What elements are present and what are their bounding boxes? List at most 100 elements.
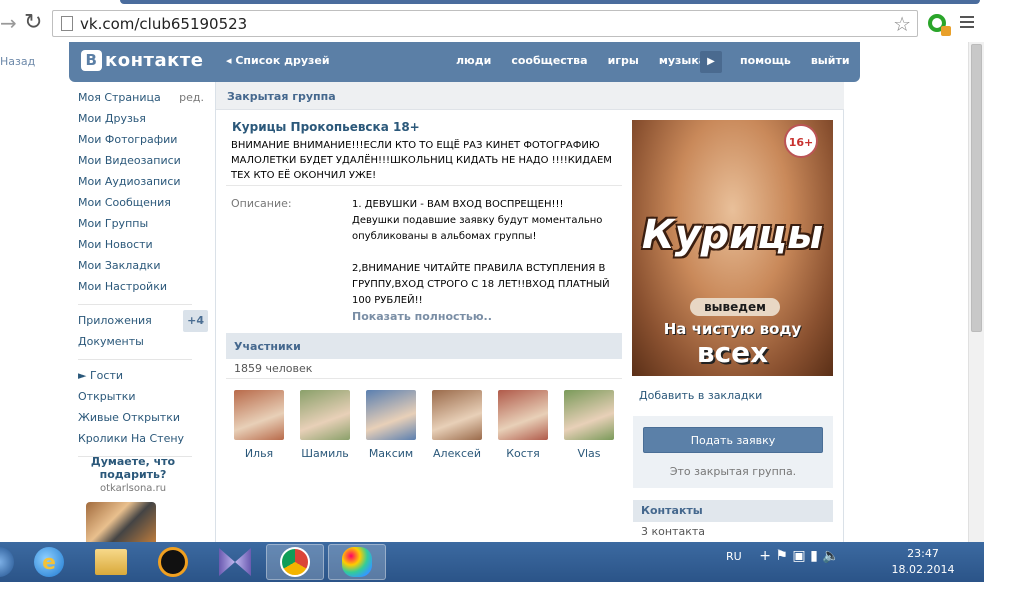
poster-title: Курицы (641, 212, 824, 258)
sidebar-item-settings[interactable]: Мои Настройки (78, 279, 208, 300)
member-name[interactable]: Илья (232, 447, 286, 460)
browser-menu-icon[interactable] (960, 16, 974, 31)
divider (226, 378, 622, 379)
sidebar-item-apps[interactable]: Приложения +4 (78, 310, 208, 334)
bottom-margin (0, 582, 984, 600)
contacts-header[interactable]: Контакты (633, 500, 833, 522)
sidebar-item-groups[interactable]: Мои Группы (78, 216, 208, 237)
sidebar-item-bookmarks[interactable]: Мои Закладки (78, 258, 208, 279)
site-header: В контакте ◂ Список друзей люди сообщест… (69, 42, 860, 82)
member-avatar[interactable] (498, 390, 548, 440)
members-title[interactable]: Участники (234, 340, 301, 353)
bookmark-star-icon[interactable]: ☆ (893, 12, 911, 36)
sidebar-item-guests[interactable]: ► Гости (78, 368, 208, 389)
logo-text: контакте (105, 50, 204, 71)
sidebar-item-friends[interactable]: Мои Друзья (78, 111, 208, 132)
member-name[interactable]: Шамиль (298, 447, 352, 460)
sidebar-item-cards[interactable]: Открытки (78, 389, 208, 410)
back-arrow-icon[interactable]: → (0, 11, 17, 35)
tab-strip (120, 0, 980, 4)
sidebar-item-documents[interactable]: Документы (78, 334, 208, 355)
browser-toolbar: → ↻ vk.com/club65190523 ☆ (0, 0, 984, 42)
sidebar-item-my-page[interactable]: Моя Страница ред. (78, 90, 208, 111)
member-name[interactable]: Алексей (430, 447, 484, 460)
sidebar-item-messages[interactable]: Мои Сообщения (78, 195, 208, 216)
language-indicator[interactable]: RU (726, 550, 742, 563)
sidebar-ad[interactable]: Думаете, что подарить? otkarlsona.ru (80, 455, 186, 494)
nav-help[interactable]: помощь (740, 54, 791, 67)
clock-date[interactable]: 18.02.2014 (880, 562, 966, 578)
address-bar[interactable]: vk.com/club65190523 ☆ (52, 10, 918, 37)
contacts-title[interactable]: Контакты (641, 504, 703, 517)
join-request-button[interactable]: Подать заявку (643, 427, 823, 453)
contacts-count[interactable]: 3 контакта (641, 525, 705, 538)
sidebar-item-audio[interactable]: Мои Аудиозаписи (78, 174, 208, 195)
member-avatar[interactable] (300, 390, 350, 440)
screen-edge (984, 0, 1024, 600)
friends-list-link[interactable]: ◂ Список друзей (226, 54, 330, 67)
group-status: ВНИМАНИЕ ВНИМАНИЕ!!!ЕСЛИ КТО ТО ЕЩЁ РАЗ … (231, 140, 612, 181)
poster-subtitle: выведем (690, 298, 780, 316)
back-link[interactable]: Назад (0, 55, 35, 68)
url-text[interactable]: vk.com/club65190523 (80, 15, 247, 33)
ad-site[interactable]: otkarlsona.ru (80, 483, 186, 494)
nav-logout[interactable]: выйти (811, 54, 850, 67)
member-item[interactable]: Vlas (562, 390, 616, 460)
paint-icon[interactable] (328, 544, 386, 580)
extension-icon[interactable] (928, 14, 951, 36)
member-item[interactable]: Максим (364, 390, 418, 460)
member-item[interactable]: Костя (496, 390, 550, 460)
ad-image[interactable] (86, 502, 156, 542)
member-item[interactable]: Шамиль (298, 390, 352, 460)
group-avatar[interactable]: 16+ Курицы выведем На чистую воду всех (632, 120, 833, 376)
logo-badge: В (81, 50, 102, 71)
divider (78, 304, 192, 305)
sidebar-item-live-cards[interactable]: Живые Открытки (78, 410, 208, 431)
top-nav-right: помощь выйти (740, 54, 870, 67)
sidebar: Моя Страница ред. Мои Друзья Мои Фотограф… (78, 90, 208, 465)
page-icon (61, 16, 73, 31)
system-tray: RU + ⚑ ▣ ▮ 🔈 (726, 548, 840, 564)
top-nav: люди сообщества игры музыка (456, 54, 726, 67)
reload-icon[interactable]: ↻ (24, 10, 42, 35)
vk-logo[interactable]: В контакте (81, 50, 203, 71)
member-name[interactable]: Костя (496, 447, 550, 460)
ie-icon[interactable]: e (20, 544, 78, 580)
apps-badge[interactable]: +4 (183, 310, 208, 332)
sidebar-item-news[interactable]: Мои Новости (78, 237, 208, 258)
nav-communities[interactable]: сообщества (511, 54, 587, 67)
age-badge: 16+ (784, 124, 818, 158)
edit-link[interactable]: ред. (179, 90, 204, 106)
folder-icon[interactable] (82, 544, 140, 580)
clock[interactable]: 23:47 18.02.2014 (880, 546, 966, 578)
show-more-link[interactable]: Показать полностью.. (352, 310, 492, 323)
aimp-icon[interactable] (144, 544, 202, 580)
clock-time[interactable]: 23:47 (880, 546, 966, 562)
member-name[interactable]: Vlas (562, 447, 616, 460)
member-avatar[interactable] (234, 390, 284, 440)
members-header[interactable]: Участники (226, 333, 622, 359)
closed-group-note: Это закрытая группа. (669, 465, 797, 478)
sidebar-item-photos[interactable]: Мои Фотографии (78, 132, 208, 153)
member-item[interactable]: Алексей (430, 390, 484, 460)
scrollbar-thumb[interactable] (971, 44, 982, 332)
nav-people[interactable]: люди (456, 54, 491, 67)
members-count[interactable]: 1859 человек (234, 362, 312, 375)
add-bookmark-link[interactable]: Добавить в закладки (639, 389, 762, 402)
group-description: 1. ДЕВУШКИ - ВАМ ВХОД ВОСПРЕЩЕН!!! Девуш… (352, 199, 610, 306)
chrome-icon[interactable] (266, 544, 324, 580)
member-avatar[interactable] (366, 390, 416, 440)
media-player-icon[interactable] (206, 544, 264, 580)
content-header: Закрытая группа (216, 82, 844, 110)
sidebar-item-rabbits[interactable]: Кролики На Стену (78, 431, 208, 452)
sidebar-item-videos[interactable]: Мои Видеозаписи (78, 153, 208, 174)
nav-games[interactable]: игры (608, 54, 639, 67)
member-avatar[interactable] (564, 390, 614, 440)
member-name[interactable]: Максим (364, 447, 418, 460)
play-icon[interactable]: ▶ (700, 51, 722, 73)
member-item[interactable]: Илья (232, 390, 286, 460)
ad-question[interactable]: Думаете, что подарить? (80, 455, 186, 481)
member-avatar[interactable] (432, 390, 482, 440)
description-label: Описание: (231, 197, 292, 210)
tray-icons[interactable]: + ⚑ ▣ ▮ 🔈 (759, 548, 839, 564)
